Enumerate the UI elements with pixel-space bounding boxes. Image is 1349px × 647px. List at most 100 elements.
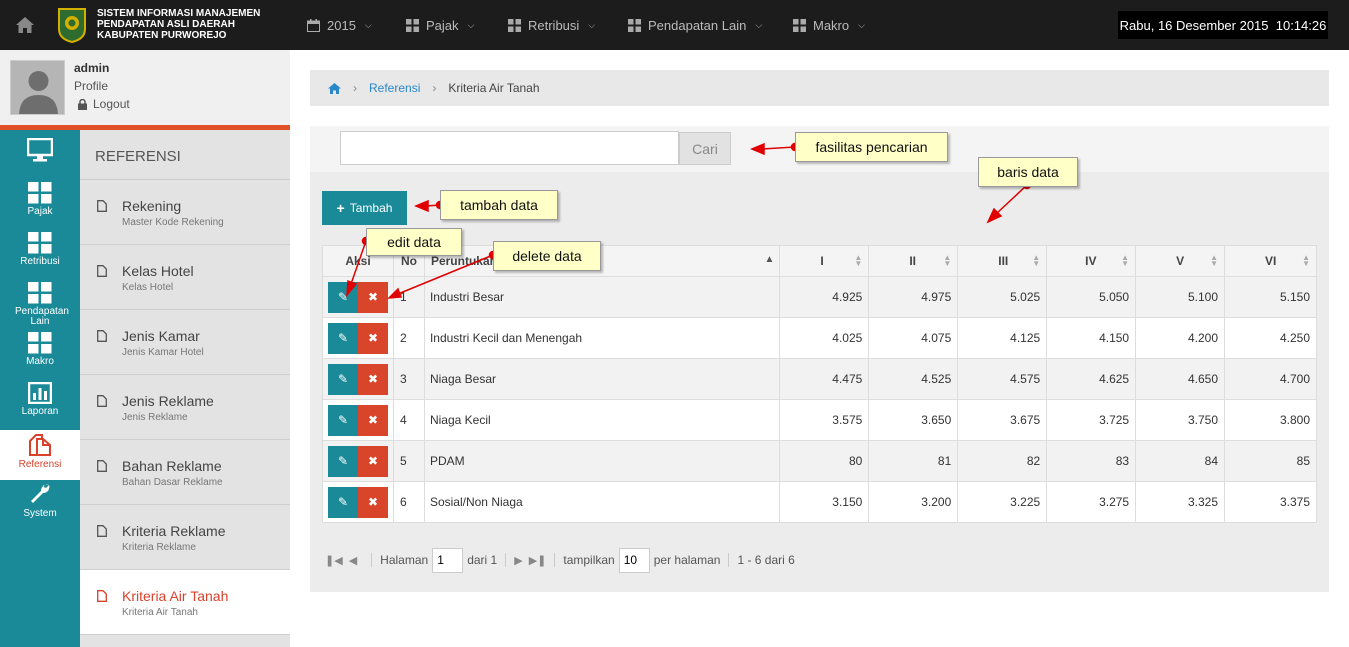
- edit-button[interactable]: ✎: [328, 281, 358, 313]
- delete-button[interactable]: ✖: [358, 281, 388, 313]
- per-page-label: per halaman: [653, 553, 721, 567]
- topmenu-pendapatan-lain[interactable]: Pendapatan Lain ⌵: [628, 0, 762, 50]
- delete-button[interactable]: ✖: [358, 404, 388, 436]
- cell-value: 4.475: [779, 358, 870, 400]
- submenu-item-bahan-reklame[interactable]: Bahan Reklame Bahan Dasar Reklame: [80, 440, 290, 505]
- cell-no: 2: [392, 317, 425, 359]
- search-button[interactable]: Cari: [679, 132, 731, 165]
- cell-value: 3.675: [957, 399, 1048, 441]
- cell-value: 3.650: [868, 399, 959, 441]
- nav-item-retribusi[interactable]: Retribusi: [0, 232, 80, 278]
- grid-icon: [793, 18, 806, 32]
- column-header-v[interactable]: V ▲ ▼: [1135, 245, 1226, 277]
- chevron-down-icon: ⌵: [467, 19, 475, 30]
- nav-item-dashboard[interactable]: [0, 138, 80, 178]
- sort-asc-icon: ▲: [764, 254, 775, 265]
- nav-item-laporan[interactable]: Laporan: [0, 382, 80, 428]
- table-row: ✎ ✖ 6 Sosial/Non Niaga 3.150 3.200 3.225 …: [322, 481, 1317, 523]
- submenu-item-kelas-hotel[interactable]: Kelas Hotel Kelas Hotel: [80, 245, 290, 310]
- cell-peruntukan: PDAM: [423, 440, 781, 482]
- column-header-peruntukan[interactable]: Peruntukan ▲: [423, 245, 781, 277]
- document-icon: [97, 265, 107, 277]
- grid-icon: [628, 18, 641, 32]
- copy-icon: [29, 434, 51, 456]
- divider: [728, 553, 730, 567]
- home-button[interactable]: [0, 0, 50, 50]
- breadcrumb-link[interactable]: Referensi: [369, 81, 420, 95]
- nav-item-makro[interactable]: Makro: [0, 332, 80, 378]
- column-header-ii[interactable]: II ▲ ▼: [868, 245, 959, 277]
- submenu-item-kriteria-air-tanah[interactable]: Kriteria Air Tanah Kriteria Air Tanah: [80, 570, 290, 635]
- avatar: [10, 60, 65, 115]
- cell-value: 85: [1224, 440, 1317, 482]
- app-title-line: KABUPATEN PURWOREJO: [97, 30, 227, 41]
- submenu-item-jenis-kamar[interactable]: Jenis Kamar Jenis Kamar Hotel: [80, 310, 290, 375]
- chevron-down-icon: ⌵: [858, 19, 865, 30]
- add-button[interactable]: + Tambah: [322, 191, 407, 225]
- breadcrumb-separator: ›: [353, 81, 357, 95]
- pager: ❚◀ ◀ Halaman dari 1 ▶ ▶❚ tampilkan per h…: [325, 547, 795, 573]
- submenu-item-subtitle: Jenis Kamar Hotel: [122, 347, 204, 358]
- cell-value: 4.250: [1224, 317, 1317, 359]
- edit-button[interactable]: ✎: [328, 322, 358, 354]
- topmenu-makro[interactable]: Makro ⌵: [793, 0, 865, 50]
- table-row: ✎ ✖ 1 Industri Besar 4.925 4.975 5.025 5.…: [322, 276, 1317, 318]
- cell-value: 3.725: [1046, 399, 1137, 441]
- submenu-item-title: Jenis Kamar: [122, 328, 200, 344]
- document-icon: [97, 525, 107, 537]
- prev-page-icon[interactable]: ◀: [349, 554, 357, 567]
- submenu-item-rekening[interactable]: Rekening Master Kode Rekening: [80, 180, 290, 245]
- nav-item-pendapatan-lain[interactable]: Pendapatan Lain: [0, 282, 80, 332]
- search-input[interactable]: [340, 131, 679, 165]
- sort-icon: ▲ ▼: [1210, 253, 1219, 268]
- column-header-iv[interactable]: IV ▲ ▼: [1046, 245, 1137, 277]
- nav-item-pajak[interactable]: Pajak: [0, 182, 80, 228]
- delete-button[interactable]: ✖: [358, 445, 388, 477]
- delete-button[interactable]: ✖: [358, 322, 388, 354]
- logo-icon: [58, 8, 86, 43]
- page-input[interactable]: [432, 547, 464, 573]
- chevron-down-icon: ⌵: [588, 19, 596, 30]
- nav-label: System: [23, 508, 57, 519]
- delete-button[interactable]: ✖: [358, 486, 388, 518]
- app-title-line: PENDAPATAN ASLI DAERAH: [97, 19, 235, 30]
- edit-button[interactable]: ✎: [328, 363, 358, 395]
- logout-link[interactable]: Logout: [78, 97, 130, 111]
- home-icon[interactable]: [328, 82, 341, 94]
- cell-value: 84: [1135, 440, 1226, 482]
- calendar-icon: [307, 18, 320, 32]
- cell-value: 3.575: [779, 399, 870, 441]
- topmenu-pajak[interactable]: Pajak ⌵: [406, 0, 474, 50]
- cell-value: 4.075: [868, 317, 959, 359]
- table-row: ✎ ✖ 3 Niaga Besar 4.475 4.525 4.575 4.625…: [322, 358, 1317, 400]
- edit-button[interactable]: ✎: [328, 404, 358, 436]
- submenu-item-kriteria-reklame[interactable]: Kriteria Reklame Kriteria Reklame: [80, 505, 290, 570]
- cell-value: 5.050: [1046, 276, 1137, 318]
- nav-label: Retribusi: [20, 256, 60, 267]
- edit-button[interactable]: ✎: [328, 486, 358, 518]
- submenu-item-jenis-reklame[interactable]: Jenis Reklame Jenis Reklame: [80, 375, 290, 440]
- grid-icon: [28, 282, 52, 304]
- next-page-icon[interactable]: ▶: [514, 554, 522, 567]
- page-label: Halaman: [380, 553, 429, 567]
- action-cell: ✎ ✖: [322, 440, 394, 482]
- column-header-i[interactable]: I ▲ ▼: [779, 245, 870, 277]
- last-page-icon[interactable]: ▶❚: [529, 554, 547, 567]
- cell-peruntukan: Sosial/Non Niaga: [423, 481, 781, 523]
- edit-button[interactable]: ✎: [328, 445, 358, 477]
- first-page-icon[interactable]: ❚◀: [325, 554, 343, 567]
- grid-icon: [28, 332, 52, 354]
- column-header-iii[interactable]: III ▲ ▼: [957, 245, 1048, 277]
- nav-item-system[interactable]: System: [0, 482, 80, 528]
- topmenu-retribusi[interactable]: Retribusi ⌵: [508, 0, 595, 50]
- nav-item-referensi[interactable]: Referensi: [0, 430, 80, 480]
- page-of-label: dari 1: [467, 553, 498, 567]
- delete-button[interactable]: ✖: [358, 363, 388, 395]
- logout-label: Logout: [93, 97, 130, 111]
- topmenu-year[interactable]: 2015 ⌵: [307, 0, 372, 50]
- profile-link[interactable]: Profile: [74, 79, 108, 93]
- action-cell: ✎ ✖: [322, 317, 394, 359]
- cell-value: 3.150: [779, 481, 870, 523]
- column-header-vi[interactable]: VI ▲ ▼: [1224, 245, 1317, 277]
- page-size-input[interactable]: [618, 547, 650, 573]
